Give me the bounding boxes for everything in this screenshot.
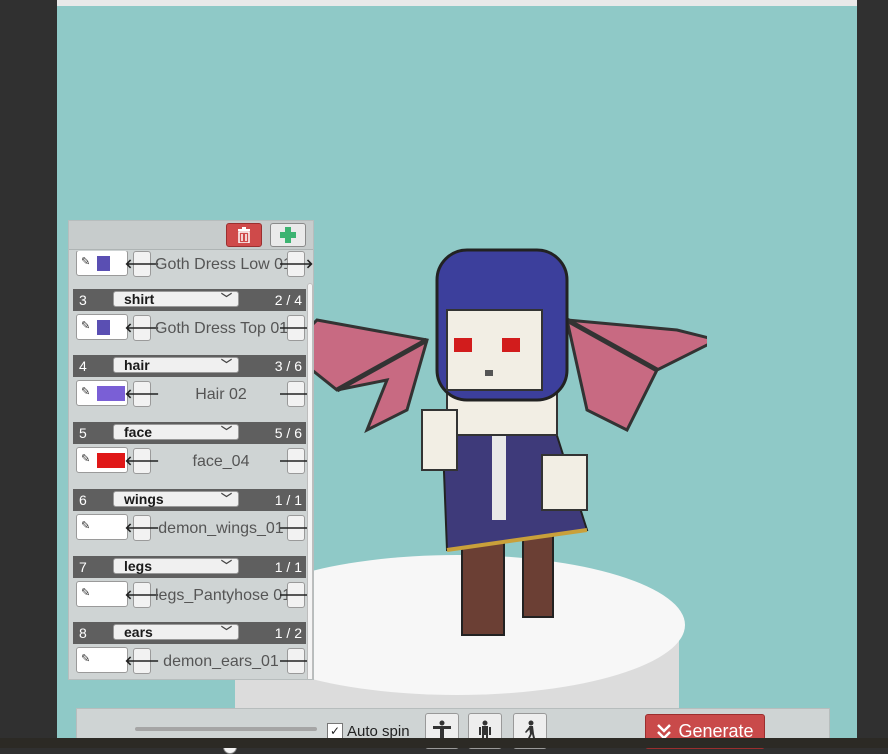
item-name: Goth Dress Low 01 bbox=[155, 256, 292, 273]
category-dropdown[interactable]: shirt ﹀ bbox=[113, 291, 239, 307]
row-index: 7 bbox=[79, 559, 87, 575]
parts-panel: ✎ 🡐 Goth Dress Low 01 🡒 3 shirt ﹀ 2 / 4 ✎… bbox=[68, 220, 314, 680]
color-chip bbox=[97, 320, 110, 335]
item-name: Hair 02 bbox=[195, 386, 247, 403]
variant-count: 1 / 1 bbox=[274, 559, 302, 575]
row-index: 3 bbox=[79, 292, 87, 308]
panel-toolbar bbox=[69, 221, 313, 250]
next-item-button[interactable]: 🡒 bbox=[279, 251, 313, 277]
chevron-down-icon: ﹀ bbox=[221, 293, 232, 305]
part-row-body: ✎ 🡐 demon_wings_01 🡒 bbox=[73, 511, 313, 545]
eyedropper-icon: ✎ bbox=[81, 520, 91, 532]
eyedropper-icon: ✎ bbox=[81, 256, 91, 268]
chevron-down-icon: ﹀ bbox=[221, 560, 232, 572]
color-swatch[interactable]: ✎ bbox=[76, 314, 128, 340]
category-label: legs bbox=[124, 558, 153, 574]
eyedropper-icon: ✎ bbox=[81, 386, 91, 398]
eyedropper-icon: ✎ bbox=[81, 453, 91, 465]
prev-item-button[interactable]: 🡐 bbox=[125, 582, 159, 608]
chevron-down-icon: ﹀ bbox=[221, 626, 232, 638]
variant-count: 5 / 6 bbox=[274, 425, 302, 441]
part-row-header: 8 ears ﹀ 1 / 2 bbox=[73, 622, 306, 644]
category-dropdown[interactable]: hair ﹀ bbox=[113, 357, 239, 373]
part-row-body: ✎ 🡐 Goth Dress Top 01 🡒 bbox=[73, 311, 313, 345]
next-item-button[interactable]: 🡒 bbox=[279, 381, 313, 407]
category-dropdown[interactable]: ears ﹀ bbox=[113, 624, 239, 640]
part-row-header: 6 wings ﹀ 1 / 1 bbox=[73, 489, 306, 511]
item-name: legs_Pantyhose 01 bbox=[155, 587, 292, 604]
part-row-body: ✎ 🡐 face_04 🡒 bbox=[73, 444, 313, 478]
color-swatch[interactable]: ✎ bbox=[76, 581, 128, 607]
category-dropdown[interactable]: face ﹀ bbox=[113, 424, 239, 440]
prev-item-button[interactable]: 🡐 bbox=[125, 648, 159, 674]
prev-item-button[interactable]: 🡐 bbox=[125, 315, 159, 341]
add-button[interactable] bbox=[270, 223, 306, 247]
prev-item-button[interactable]: 🡐 bbox=[125, 515, 159, 541]
chevron-down-icon: ﹀ bbox=[221, 359, 232, 371]
category-label: shirt bbox=[124, 291, 155, 307]
chevron-down-icon: ﹀ bbox=[221, 426, 232, 438]
color-swatch[interactable]: ✎ bbox=[76, 647, 128, 673]
color-swatch[interactable]: ✎ bbox=[76, 380, 128, 406]
head-graphic bbox=[435, 248, 569, 402]
category-dropdown[interactable]: wings ﹀ bbox=[113, 491, 239, 507]
category-label: wings bbox=[124, 491, 164, 507]
color-swatch[interactable]: ✎ bbox=[76, 251, 128, 276]
trash-icon bbox=[238, 227, 250, 243]
delete-button[interactable] bbox=[226, 223, 262, 247]
part-row-header: 3 shirt ﹀ 2 / 4 bbox=[73, 289, 306, 311]
part-row-body: ✎ 🡐 legs_Pantyhose 01 🡒 bbox=[73, 578, 313, 612]
color-chip bbox=[97, 453, 125, 468]
list-scrollbar[interactable] bbox=[307, 283, 313, 679]
row-index: 5 bbox=[79, 425, 87, 441]
color-swatch[interactable]: ✎ bbox=[76, 447, 128, 473]
color-chip bbox=[97, 386, 125, 401]
variant-count: 1 / 1 bbox=[274, 492, 302, 508]
category-label: hair bbox=[124, 357, 150, 373]
next-item-button[interactable]: 🡒 bbox=[279, 515, 313, 541]
plus-icon bbox=[280, 227, 296, 243]
autospin-label: Auto spin bbox=[347, 722, 410, 740]
prev-item-button[interactable]: 🡐 bbox=[125, 448, 159, 474]
item-name: Goth Dress Top 01 bbox=[155, 320, 289, 337]
prev-item-button[interactable]: 🡐 bbox=[125, 381, 159, 407]
eyedropper-icon: ✎ bbox=[81, 587, 91, 599]
prev-item-button[interactable]: 🡐 bbox=[125, 251, 159, 277]
eyedropper-icon: ✎ bbox=[81, 320, 91, 332]
part-row-header: 4 hair ﹀ 3 / 6 bbox=[73, 355, 306, 377]
part-row-body: ✎ 🡐 demon_ears_01 🡒 bbox=[73, 644, 313, 678]
item-name: demon_wings_01 bbox=[158, 520, 284, 537]
item-name: demon_ears_01 bbox=[163, 653, 279, 670]
row-index: 6 bbox=[79, 492, 87, 508]
next-item-button[interactable]: 🡒 bbox=[279, 448, 313, 474]
color-chip bbox=[97, 256, 110, 271]
eyedropper-icon: ✎ bbox=[81, 653, 91, 665]
variant-count: 2 / 4 bbox=[274, 292, 302, 308]
rotation-slider[interactable] bbox=[135, 727, 317, 754]
part-row-body: ✎ 🡐 Hair 02 🡒 bbox=[73, 377, 313, 411]
autospin-checkbox[interactable]: ✓ bbox=[327, 723, 343, 739]
chevron-down-icon: ﹀ bbox=[221, 493, 232, 505]
category-label: face bbox=[124, 424, 153, 440]
category-label: ears bbox=[124, 624, 153, 640]
next-item-button[interactable]: 🡒 bbox=[279, 648, 313, 674]
scrollbar-thumb[interactable] bbox=[307, 283, 313, 679]
color-swatch[interactable]: ✎ bbox=[76, 514, 128, 540]
category-dropdown[interactable]: legs ﹀ bbox=[113, 558, 239, 574]
row-index: 4 bbox=[79, 358, 87, 374]
part-row-body: ✎ 🡐 Goth Dress Low 01 🡒 bbox=[73, 251, 313, 281]
part-row-header: 7 legs ﹀ 1 / 1 bbox=[73, 556, 306, 578]
next-item-button[interactable]: 🡒 bbox=[279, 315, 313, 341]
variant-count: 3 / 6 bbox=[274, 358, 302, 374]
window-bottom-edge bbox=[0, 738, 888, 748]
top-bar bbox=[57, 0, 857, 6]
next-item-button[interactable]: 🡒 bbox=[279, 582, 313, 608]
variant-count: 1 / 2 bbox=[274, 625, 302, 641]
parts-list: ✎ 🡐 Goth Dress Low 01 🡒 3 shirt ﹀ 2 / 4 ✎… bbox=[69, 251, 313, 679]
character-preview bbox=[297, 248, 707, 636]
row-index: 8 bbox=[79, 625, 87, 641]
part-row-header: 5 face ﹀ 5 / 6 bbox=[73, 422, 306, 444]
item-name: face_04 bbox=[192, 453, 250, 470]
